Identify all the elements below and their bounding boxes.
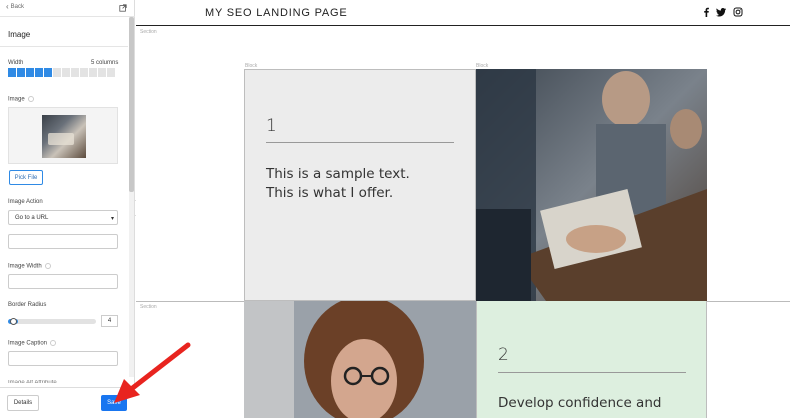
- block-text-line: This is what I offer.: [266, 185, 394, 201]
- width-column-segment[interactable]: [107, 68, 115, 77]
- image-action-value: Go to a URL: [15, 214, 49, 221]
- page-canvas: MY SEO LANDING PAGE Section Block Block …: [136, 0, 790, 418]
- sidebar-topbar: ‹ Back: [0, 0, 135, 17]
- width-value: 5 columns: [91, 60, 119, 66]
- woman-photo-image: [244, 301, 476, 418]
- width-column-segment[interactable]: [80, 68, 88, 77]
- text-block-2[interactable]: 2 Develop confidence and: [476, 301, 707, 418]
- image-width-label-row: Image Width: [8, 263, 51, 270]
- chevron-down-icon: ▾: [110, 216, 114, 222]
- width-column-segment[interactable]: [44, 68, 52, 77]
- block-divider: [498, 372, 686, 373]
- details-button[interactable]: Details: [7, 395, 39, 411]
- border-radius-value[interactable]: 4: [101, 315, 118, 327]
- width-column-segment[interactable]: [35, 68, 43, 77]
- block-text-line: This is a sample text.: [266, 166, 410, 182]
- block-divider: [266, 142, 454, 143]
- text-block-1[interactable]: 1 This is a sample text. This is what I …: [244, 69, 476, 301]
- twitter-icon[interactable]: [716, 7, 726, 17]
- image-preview: [8, 107, 118, 164]
- section-tag: Section: [140, 29, 157, 35]
- url-input[interactable]: [8, 234, 118, 249]
- meeting-photo[interactable]: [476, 69, 707, 301]
- back-button[interactable]: ‹ Back: [6, 2, 25, 11]
- width-column-segment[interactable]: [53, 68, 61, 77]
- sidebar-scrollbar[interactable]: [129, 17, 134, 377]
- back-label: Back: [10, 4, 25, 10]
- pick-file-button[interactable]: Pick File: [9, 170, 43, 185]
- image-label: Image: [8, 96, 25, 103]
- site-title[interactable]: MY SEO LANDING PAGE: [205, 7, 348, 19]
- image-alt-label: Image Alt Attribute: [8, 380, 57, 386]
- width-column-selector[interactable]: [8, 68, 115, 77]
- woman-photo[interactable]: [244, 301, 476, 418]
- width-column-segment[interactable]: [17, 68, 25, 77]
- editor-screen: ‹ Back Image Width 5 columns Image Pick …: [0, 0, 790, 418]
- image-width-label: Image Width: [8, 263, 42, 270]
- image-caption-label-row: Image Caption: [8, 340, 57, 347]
- image-thumbnail: [42, 115, 86, 158]
- slider-handle[interactable]: [10, 318, 17, 325]
- width-column-segment[interactable]: [26, 68, 34, 77]
- border-radius-label: Border Radius: [8, 302, 47, 308]
- image-action-label: Image Action: [8, 199, 43, 205]
- help-icon[interactable]: [44, 263, 51, 269]
- scrollbar-thumb[interactable]: [129, 17, 134, 192]
- block-text-line: Develop confidence and: [498, 395, 662, 411]
- site-header: MY SEO LANDING PAGE: [136, 0, 790, 26]
- divider: [0, 46, 128, 47]
- chevron-left-icon: ‹: [6, 2, 9, 11]
- facebook-icon[interactable]: [701, 7, 711, 17]
- image-label-row: Image: [8, 96, 34, 103]
- width-column-segment[interactable]: [71, 68, 79, 77]
- width-label: Width: [8, 60, 24, 66]
- red-arrow-annotation: [114, 342, 191, 403]
- external-link-icon[interactable]: [119, 4, 127, 12]
- section-tag: Section: [140, 304, 157, 310]
- block-number: 1: [266, 116, 277, 136]
- meeting-photo-image: [476, 69, 707, 301]
- image-caption-label: Image Caption: [8, 340, 48, 347]
- border-radius-slider[interactable]: [8, 318, 96, 325]
- image-width-input[interactable]: [8, 274, 118, 289]
- block-number: 2: [498, 345, 509, 365]
- width-column-segment[interactable]: [8, 68, 16, 77]
- instagram-icon[interactable]: [733, 7, 743, 17]
- panel-title: Image: [8, 30, 31, 39]
- width-column-segment[interactable]: [62, 68, 70, 77]
- image-action-select[interactable]: Go to a URL ▾: [8, 210, 118, 225]
- help-icon[interactable]: [27, 96, 34, 102]
- width-column-segment[interactable]: [98, 68, 106, 77]
- width-column-segment[interactable]: [89, 68, 97, 77]
- help-icon[interactable]: [50, 340, 57, 346]
